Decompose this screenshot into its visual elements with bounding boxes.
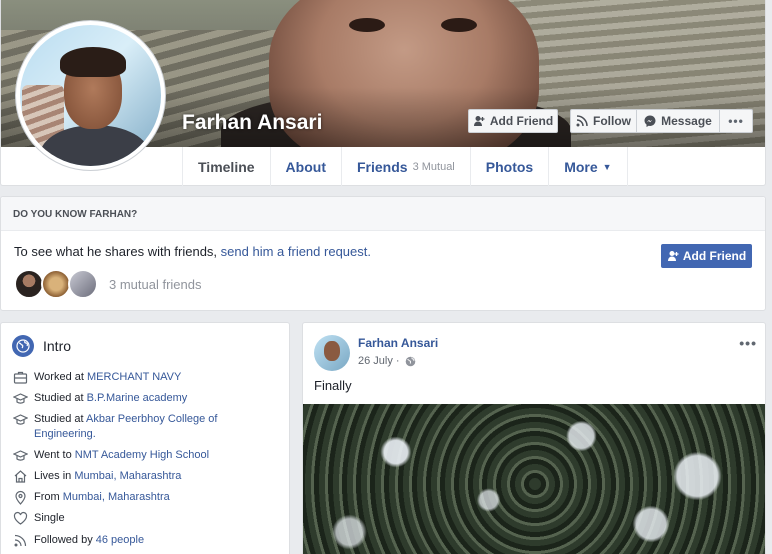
profile-name[interactable]: Farhan Ansari: [182, 111, 322, 135]
more-options-button[interactable]: •••: [719, 109, 753, 133]
profile-header: Farhan Ansari Add Friend Follow Message …: [0, 0, 766, 186]
mutual-friends-row: 3 mutual friends: [14, 269, 202, 299]
post-author-name[interactable]: Farhan Ansari: [358, 336, 438, 350]
intro-item-study: Studied at Akbar Peerbhoy College of Eng…: [12, 412, 282, 442]
intro-link[interactable]: NMT Academy High School: [75, 449, 209, 461]
tab-friends[interactable]: Friends 3 Mutual: [342, 147, 471, 186]
post-text: Finally: [314, 378, 352, 393]
tab-timeline[interactable]: Timeline: [182, 147, 271, 186]
intro-item-school: Went to NMT Academy High School: [12, 448, 282, 463]
message-button[interactable]: Message: [636, 109, 720, 133]
post-options-button[interactable]: •••: [739, 335, 757, 351]
post-timestamp: 26 July ·: [358, 355, 416, 367]
graduation-cap-icon: [12, 391, 28, 406]
do-you-know-header: DO YOU KNOW FARHAN?: [1, 197, 765, 231]
intro-item-lives: Lives in Mumbai, Maharashtra: [12, 469, 282, 484]
globe-icon: [12, 335, 34, 357]
tab-photos[interactable]: Photos: [471, 147, 550, 186]
intro-item-from: From Mumbai, Maharashtra: [12, 490, 282, 505]
post-card: Farhan Ansari 26 July · ••• Finally: [302, 322, 766, 554]
add-friend-button[interactable]: Add Friend: [468, 109, 558, 133]
add-friend-icon: [473, 116, 485, 126]
intro-link[interactable]: 46 people: [96, 534, 144, 546]
tab-more[interactable]: More ▼: [549, 147, 628, 186]
add-friend-icon: [667, 251, 679, 261]
message-label: Message: [661, 114, 712, 128]
follow-button[interactable]: Follow: [570, 109, 637, 133]
briefcase-icon: [12, 370, 28, 385]
mutual-friends-label[interactable]: 3 mutual friends: [109, 277, 202, 292]
mutual-friend-avatar[interactable]: [41, 269, 71, 299]
home-icon: [12, 469, 28, 484]
mutual-friend-avatar[interactable]: [14, 269, 44, 299]
post-author-avatar[interactable]: [314, 335, 350, 371]
intro-link[interactable]: B.P.Marine academy: [87, 392, 188, 404]
messenger-icon: [644, 115, 656, 127]
send-friend-request-link[interactable]: send him a friend request.: [221, 244, 371, 259]
mutual-friend-avatar[interactable]: [68, 269, 98, 299]
intro-title: Intro: [12, 335, 71, 357]
intro-item-study: Studied at B.P.Marine academy: [12, 391, 282, 406]
caret-down-icon: ▼: [602, 161, 612, 172]
rss-icon: [576, 115, 588, 127]
add-friend-primary-button[interactable]: Add Friend: [661, 244, 752, 268]
intro-card: Intro Worked at MERCHANT NAVY Studied at…: [0, 322, 290, 554]
intro-link[interactable]: Mumbai, Maharashtra: [74, 470, 181, 482]
intro-item-followers: Followed by 46 people: [12, 533, 282, 548]
public-globe-icon: [405, 356, 415, 366]
intro-item-relationship: Single: [12, 511, 282, 526]
more-dots-icon: •••: [728, 114, 744, 128]
profile-picture[interactable]: [15, 20, 166, 171]
intro-item-work: Worked at MERCHANT NAVY: [12, 370, 282, 385]
do-you-know-card: DO YOU KNOW FARHAN? To see what he share…: [0, 196, 766, 311]
heart-icon: [12, 511, 28, 526]
mutual-count: 3 Mutual: [412, 160, 455, 173]
profile-tabs: Timeline About Friends 3 Mutual Photos M…: [182, 147, 628, 186]
follow-label: Follow: [593, 114, 631, 128]
intro-link[interactable]: MERCHANT NAVY: [87, 371, 181, 383]
add-friend-label: Add Friend: [489, 114, 554, 128]
rss-icon: [12, 533, 28, 548]
graduation-cap-icon: [12, 412, 28, 427]
intro-link[interactable]: Mumbai, Maharashtra: [63, 491, 170, 503]
tab-about[interactable]: About: [271, 147, 342, 186]
graduation-cap-icon: [12, 448, 28, 463]
friend-request-prompt: To see what he shares with friends, send…: [14, 244, 371, 259]
location-pin-icon: [12, 490, 28, 505]
post-photo[interactable]: [303, 404, 765, 554]
